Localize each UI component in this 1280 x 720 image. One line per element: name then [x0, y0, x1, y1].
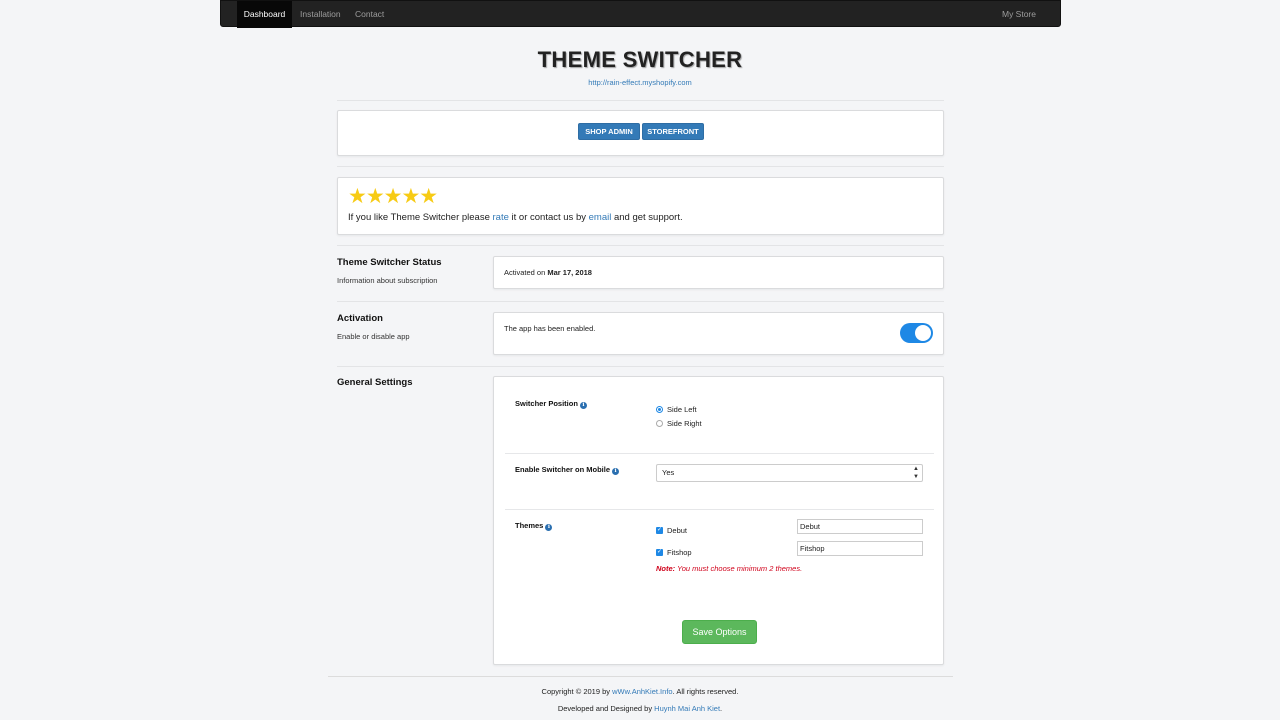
mobile-switcher-select[interactable]: Yes ▲ ▼ [656, 464, 923, 482]
switcher-position-label-text: Switcher Position [515, 399, 578, 408]
toggle-knob [915, 325, 931, 341]
footer-divider [328, 676, 953, 677]
rating-message: If you like Theme Switcher please rate i… [348, 212, 683, 223]
info-icon[interactable]: i [579, 402, 587, 409]
divider [337, 245, 944, 246]
mobile-switcher-label-text: Enable Switcher on Mobile [515, 465, 611, 474]
field-divider [505, 453, 934, 454]
activation-toggle[interactable] [900, 323, 933, 343]
themes-note: Note: You must choose minimum 2 themes. [656, 564, 802, 573]
radio-unchecked-icon[interactable] [656, 420, 663, 427]
page-header: THEME SWITCHER http://rain-effect.myshop… [0, 47, 1280, 87]
themes-label-text: Themes [515, 521, 544, 530]
activation-status: Activated on Mar 17, 2018 [504, 268, 592, 277]
theme-fitshop-label: Fitshop [667, 548, 692, 557]
store-url-link[interactable]: http://rain-effect.myshopify.com [588, 78, 692, 87]
radio-checked-icon[interactable] [656, 406, 663, 413]
activation-message: The app has been enabled. [504, 324, 596, 333]
switcher-position-label: Switcher Position i [515, 399, 587, 409]
status-card: Activated on Mar 17, 2018 [493, 256, 944, 289]
activated-date: Mar 17, 2018 [547, 268, 592, 277]
nav-dashboard[interactable]: Dashboard [237, 1, 292, 28]
divider [337, 366, 944, 367]
star-rating-icon[interactable]: ★★★★★ [348, 186, 438, 208]
activation-card: The app has been enabled. [493, 312, 944, 355]
theme-debut-input[interactable]: Debut [797, 519, 923, 534]
storefront-button[interactable]: STOREFRONT [642, 123, 704, 140]
general-settings-card: Switcher Position i Side Left Side Right … [493, 376, 944, 665]
footer-developer: Developed and Designed by Huynh Mai Anh … [0, 704, 1280, 713]
shop-admin-button[interactable]: SHOP ADMIN [578, 123, 640, 140]
rating-text-before: If you like Theme Switcher please [348, 212, 493, 223]
note-label: Note: [656, 564, 676, 573]
status-section-title: Theme Switcher Status [337, 257, 442, 268]
divider [337, 100, 944, 101]
save-options-button[interactable]: Save Options [682, 620, 757, 644]
theme-debut-label: Debut [667, 526, 688, 535]
rating-text-after: and get support. [611, 212, 683, 223]
rate-link[interactable]: rate [493, 212, 509, 223]
developer-link[interactable]: Huynh Mai Anh Kiet [654, 704, 720, 713]
theme-fitshop-input[interactable]: Fitshop [797, 541, 923, 556]
caret-updown-icon: ▲ ▼ [913, 466, 919, 480]
page-title: THEME SWITCHER [537, 47, 743, 72]
general-settings-title: General Settings [337, 377, 413, 388]
rating-card: ★★★★★ If you like Theme Switcher please … [337, 177, 944, 235]
activation-section-title: Activation [337, 313, 383, 324]
top-navbar: Dashboard Installation Contact My Store [220, 0, 1061, 28]
email-link[interactable]: email [589, 212, 612, 223]
mobile-switcher-label: Enable Switcher on Mobile i [515, 465, 620, 475]
radio-side-right-label: Side Right [667, 419, 702, 428]
copyright-prefix: Copyright © 2019 by [541, 687, 613, 696]
field-divider [505, 509, 934, 510]
activation-section-subtitle: Enable or disable app [337, 332, 410, 341]
activated-prefix: Activated on [504, 268, 548, 277]
links-card: SHOP ADMIN STOREFRONT [337, 110, 944, 156]
divider [337, 166, 944, 167]
nav-my-store[interactable]: My Store [1002, 1, 1036, 28]
nav-installation[interactable]: Installation [300, 1, 341, 28]
nav-contact[interactable]: Contact [355, 1, 384, 28]
radio-side-left-label: Side Left [667, 405, 697, 414]
theme-fitshop-checkbox[interactable]: ✓ [656, 549, 663, 556]
developed-prefix: Developed and Designed by [557, 704, 655, 713]
info-icon[interactable]: i [612, 468, 620, 475]
mobile-switcher-value: Yes [662, 468, 675, 477]
copyright-link[interactable]: wWw.AnhKiet.Info [612, 687, 672, 696]
checkmark-icon: ✓ [656, 527, 663, 533]
note-text: You must choose minimum 2 themes. [675, 564, 803, 573]
theme-debut-checkbox[interactable]: ✓ [656, 527, 663, 534]
info-icon[interactable]: i [545, 524, 553, 531]
rating-text-middle: it or contact us by [508, 212, 589, 223]
footer-copyright: Copyright © 2019 by wWw.AnhKiet.Info. Al… [0, 687, 1280, 696]
checkmark-icon: ✓ [656, 549, 663, 555]
copyright-suffix: . All rights reserved. [672, 687, 739, 696]
divider [337, 301, 944, 302]
developed-suffix: . [720, 704, 723, 713]
themes-label: Themes i [515, 521, 553, 531]
status-section-subtitle: Information about subscription [337, 276, 438, 285]
